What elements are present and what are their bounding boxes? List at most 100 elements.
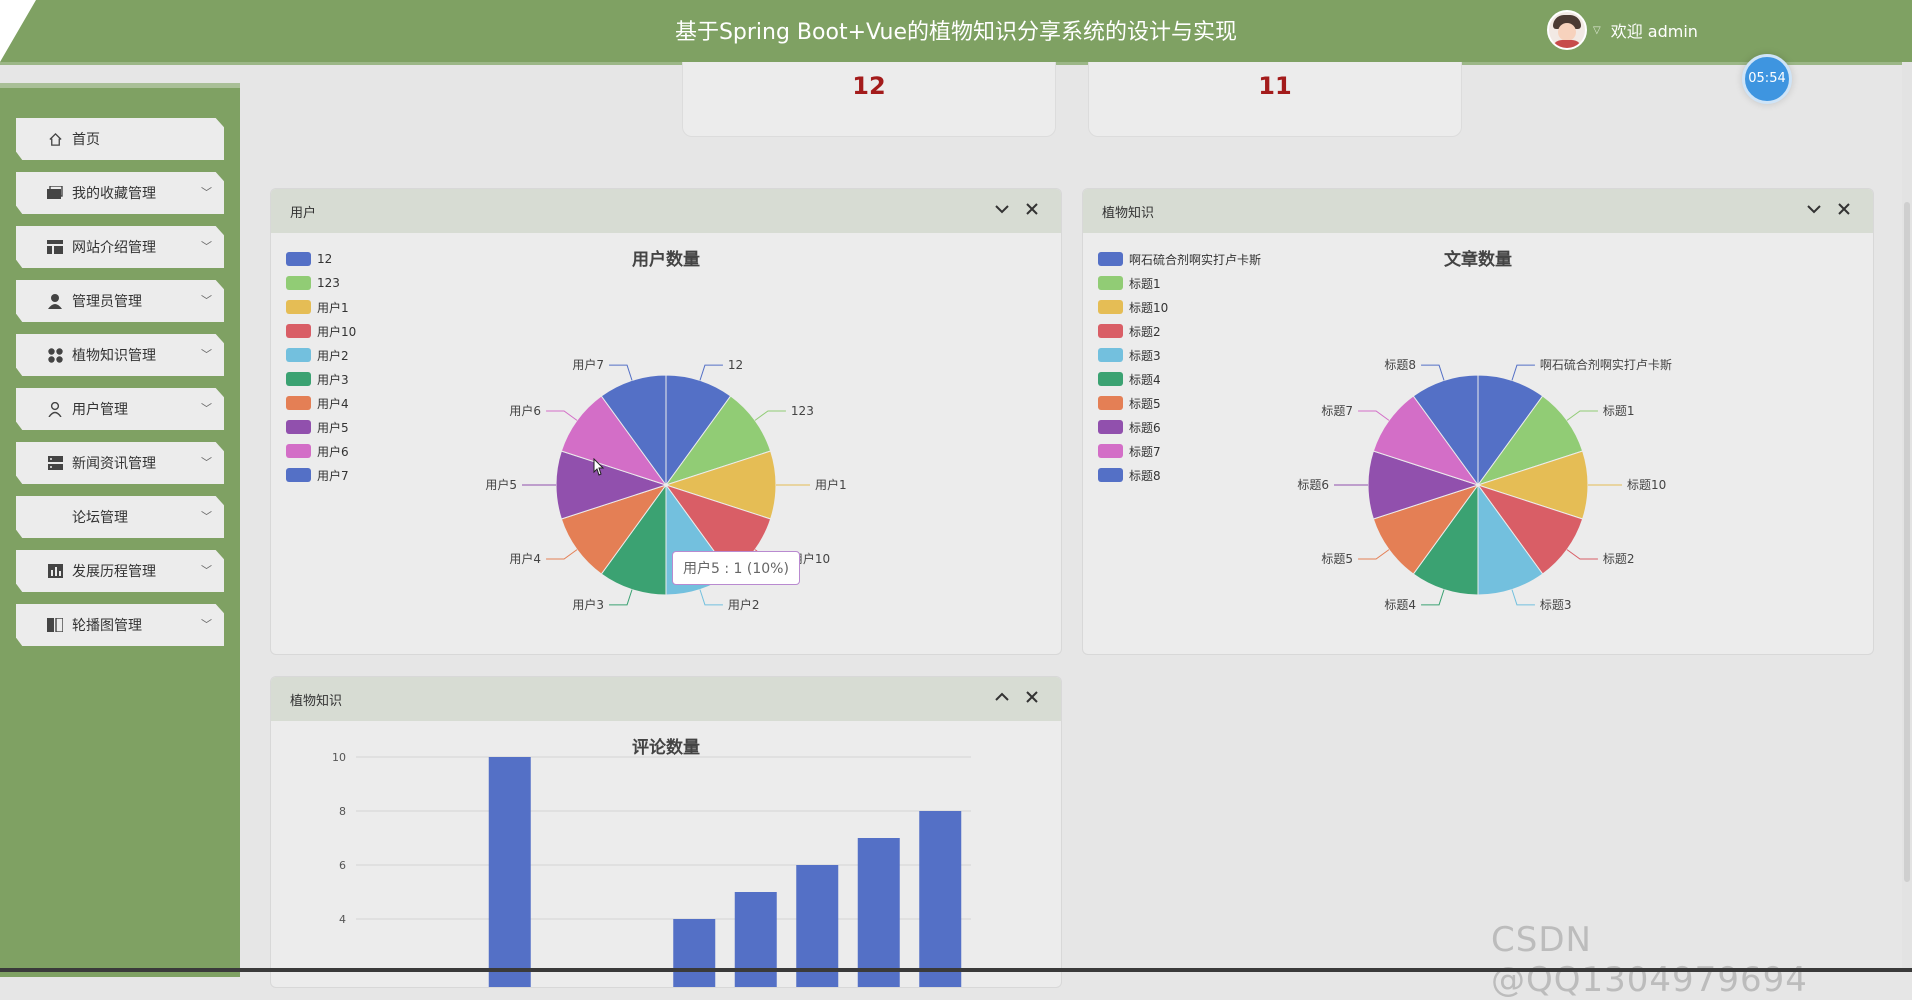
bar[interactable] bbox=[673, 919, 716, 987]
pie-label: 123 bbox=[791, 404, 814, 418]
bar[interactable] bbox=[488, 757, 531, 987]
panel-header: 植物知识 bbox=[271, 677, 1061, 721]
pie-label-line bbox=[1421, 364, 1445, 381]
sidebar-item-label: 我的收藏管理 bbox=[72, 186, 156, 202]
chevron-down-icon: ﹀ bbox=[201, 510, 212, 523]
chevron-down-icon: ﹀ bbox=[201, 186, 212, 199]
home-icon bbox=[46, 131, 64, 147]
folder-icon bbox=[46, 185, 64, 201]
chevron-down-icon: ﹀ bbox=[201, 618, 212, 631]
chevron-down-icon: ﹀ bbox=[201, 402, 212, 415]
sidebar: 首页 我的收藏管理 ﹀ 网站介绍管理 ﹀ 管理员管理 ﹀ 植物知识管理 ﹀ 用户… bbox=[0, 83, 240, 977]
y-tick-label: 4 bbox=[339, 913, 346, 926]
pie-label: 标题10 bbox=[1627, 478, 1666, 492]
avatar[interactable] bbox=[1547, 10, 1587, 50]
watermark: CSDN @QQ1304979694 bbox=[1491, 920, 1808, 1000]
sidebar-item-label: 用户管理 bbox=[72, 402, 128, 418]
bar[interactable] bbox=[734, 892, 777, 987]
pie-label: 标题7 bbox=[1321, 404, 1353, 418]
sidebar-item-admins[interactable]: 管理员管理 ﹀ bbox=[16, 280, 224, 322]
stat-card: 12 bbox=[682, 62, 1056, 137]
close-icon[interactable] bbox=[1021, 688, 1043, 710]
sidebar-item-site-intro[interactable]: 网站介绍管理 ﹀ bbox=[16, 226, 224, 268]
chevron-down-icon: ﹀ bbox=[201, 564, 212, 577]
pie-label: 用户3 bbox=[572, 597, 604, 612]
chevron-down-icon[interactable]: ▽ bbox=[1593, 25, 1601, 36]
stat-card: 11 bbox=[1088, 62, 1462, 137]
user-outline-icon bbox=[46, 401, 64, 417]
y-tick-label: 6 bbox=[339, 859, 346, 872]
panel-header: 植物知识 bbox=[1083, 189, 1873, 233]
scrollbar[interactable] bbox=[1902, 62, 1912, 972]
close-icon[interactable] bbox=[1021, 200, 1043, 222]
pie-label: 12 bbox=[728, 358, 743, 372]
sidebar-item-plant-knowledge[interactable]: 植物知识管理 ﹀ bbox=[16, 334, 224, 376]
welcome-text: 欢迎 admin bbox=[1610, 22, 1698, 41]
server-icon bbox=[46, 455, 64, 471]
pie-label: 用户1 bbox=[815, 477, 847, 492]
panel-title: 植物知识 bbox=[1102, 205, 1155, 221]
pie-label-line bbox=[1566, 549, 1598, 560]
sidebar-item-label: 新闻资讯管理 bbox=[72, 456, 156, 472]
sidebar-item-history[interactable]: 发展历程管理 ﹀ bbox=[16, 550, 224, 592]
timer-badge[interactable]: 05:54 bbox=[1742, 54, 1792, 104]
layout-icon bbox=[46, 239, 64, 255]
sidebar-item-label: 管理员管理 bbox=[72, 294, 142, 310]
chevron-down-icon: ﹀ bbox=[201, 456, 212, 469]
article-pie-chart: 啊石硫合剂啊实打卢卡斯标题1 标题10 标题2 标题3 标题4 标题5 标题6 标题7 标题8 bbox=[1297, 357, 1672, 612]
bar[interactable] bbox=[919, 811, 962, 987]
pie-label-line bbox=[609, 364, 633, 381]
chevron-up-icon[interactable] bbox=[991, 688, 1013, 710]
sidebar-item-favorites[interactable]: 我的收藏管理 ﹀ bbox=[16, 172, 224, 214]
pie-label-line bbox=[1566, 410, 1598, 421]
sidebar-item-carousel[interactable]: 轮播图管理 ﹀ bbox=[16, 604, 224, 646]
y-tick-label: 10 bbox=[332, 751, 346, 764]
bar[interactable] bbox=[857, 838, 900, 987]
pie-label: 标题5 bbox=[1321, 552, 1353, 566]
pie-label-line bbox=[1421, 589, 1445, 606]
pie-label: 用户7 bbox=[572, 357, 604, 372]
panel-title: 用户 bbox=[290, 205, 317, 221]
pie-label-line bbox=[1511, 364, 1535, 381]
chevron-down-icon: ﹀ bbox=[201, 294, 212, 307]
sidebar-item-news[interactable]: 新闻资讯管理 ﹀ bbox=[16, 442, 224, 484]
top-header: 基于Spring Boot+Vue的植物知识分享系统的设计与实现 ▽ 欢迎 ad… bbox=[0, 0, 1912, 65]
sidebar-item-label: 首页 bbox=[72, 132, 100, 148]
pie-label: 用户2 bbox=[728, 597, 760, 612]
pie-label-line bbox=[546, 410, 578, 421]
chevron-down-icon[interactable] bbox=[991, 200, 1013, 222]
panel-title: 植物知识 bbox=[290, 693, 343, 709]
close-icon[interactable] bbox=[1833, 200, 1855, 222]
sidebar-item-home[interactable]: 首页 bbox=[16, 118, 224, 160]
sidebar-item-label: 轮播图管理 bbox=[72, 618, 142, 634]
pie-label-line bbox=[699, 589, 723, 606]
pie-label-line bbox=[699, 364, 723, 381]
pie-label-line bbox=[1511, 589, 1535, 606]
user-menu[interactable]: ▽ 欢迎 admin bbox=[1547, 10, 1698, 50]
person-icon bbox=[46, 293, 64, 309]
pie-label: 标题2 bbox=[1603, 552, 1635, 566]
chevron-down-icon: ﹀ bbox=[201, 240, 212, 253]
sidebar-item-label: 植物知识管理 bbox=[72, 348, 156, 364]
sidebar-item-label: 论坛管理 bbox=[72, 510, 128, 526]
pie-label: 啊石硫合剂啊实打卢卡斯 bbox=[1540, 357, 1672, 372]
grid-icon bbox=[46, 347, 64, 363]
comment-chart-panel: 植物知识 评论数量 10 8 6 4 bbox=[270, 676, 1062, 988]
pie-label-line bbox=[609, 589, 633, 606]
scrollbar-thumb[interactable] bbox=[1904, 202, 1910, 882]
pie-label-line bbox=[1358, 549, 1390, 560]
y-tick-label: 8 bbox=[339, 805, 346, 818]
sidebar-item-forum[interactable]: 论坛管理 ﹀ bbox=[16, 496, 224, 538]
bar-chart-icon bbox=[46, 563, 64, 579]
pie-label: 用户5 bbox=[485, 477, 517, 492]
pie-label: 标题1 bbox=[1603, 404, 1635, 418]
sidebar-item-users[interactable]: 用户管理 ﹀ bbox=[16, 388, 224, 430]
pie-label: 用户6 bbox=[509, 403, 541, 418]
pie-label-line bbox=[1358, 410, 1390, 421]
pie-label: 标题3 bbox=[1540, 598, 1572, 612]
chevron-down-icon[interactable] bbox=[1803, 200, 1825, 222]
cursor-icon bbox=[593, 458, 605, 476]
stat-number: 12 bbox=[852, 72, 886, 100]
chevron-down-icon: ﹀ bbox=[201, 348, 212, 361]
pie-label: 用户4 bbox=[509, 551, 541, 566]
